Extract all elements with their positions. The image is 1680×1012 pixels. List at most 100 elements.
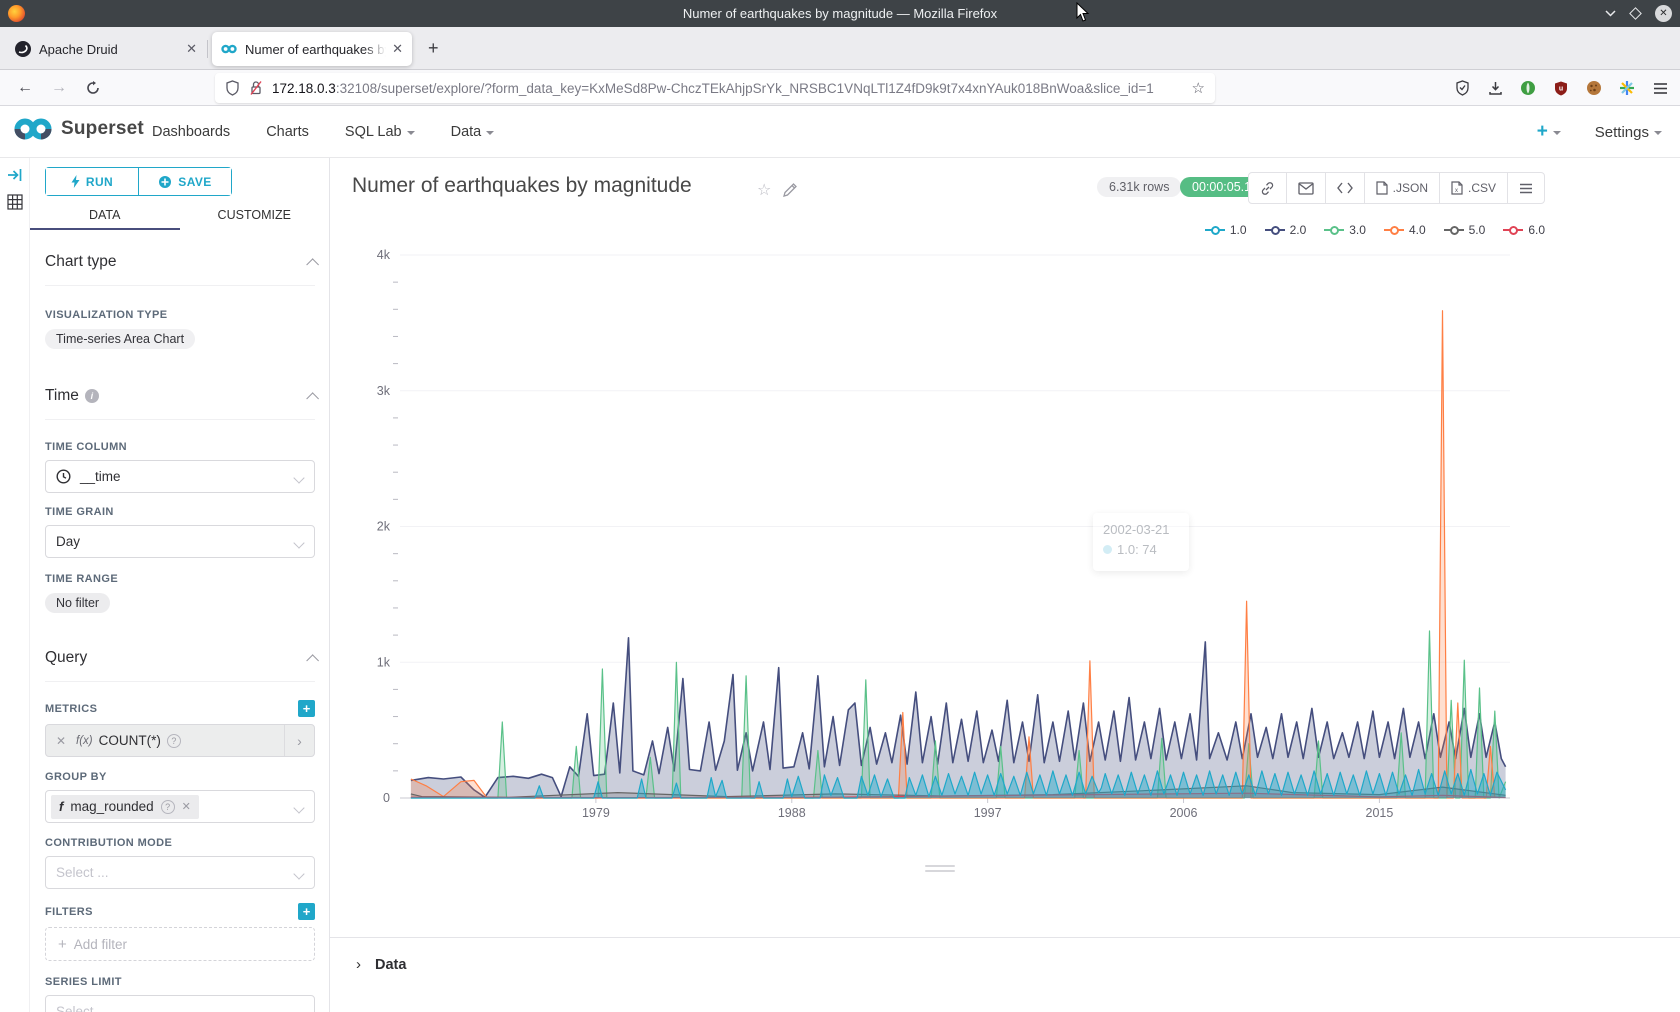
run-button[interactable]: RUN [46, 168, 139, 195]
section-chart-type[interactable]: Chart type [45, 253, 315, 271]
svg-text:1997: 1997 [974, 806, 1002, 820]
reload-button[interactable] [80, 75, 106, 101]
close-button[interactable]: ✕ [1655, 5, 1672, 22]
save-button[interactable]: SAVE [139, 168, 231, 195]
superset-navbar: Superset Dashboards Charts SQL Lab Data + S… [0, 106, 1680, 158]
tab-data[interactable]: DATA [30, 204, 180, 230]
expand-metric-icon[interactable]: › [284, 725, 314, 756]
resize-drag-handle[interactable] [925, 865, 955, 875]
section-query[interactable]: Query [45, 649, 315, 667]
more-options-button[interactable] [1508, 173, 1544, 203]
group-by-chip[interactable]: f mag_rounded ? ✕ [51, 795, 199, 819]
firefox-logo-icon [8, 5, 25, 22]
metric-item[interactable]: ✕ f(x) COUNT(*) ? › [45, 724, 315, 757]
settings-menu[interactable]: Settings [1595, 124, 1662, 141]
maximize-button[interactable] [1631, 9, 1640, 18]
copy-link-button[interactable] [1249, 173, 1287, 203]
legend-item-6.0[interactable]: 6.0 [1503, 223, 1545, 237]
forward-button[interactable]: → [46, 75, 72, 101]
time-range-pill[interactable]: No filter [45, 593, 110, 613]
svg-text:u: u [1559, 85, 1563, 92]
lock-insecure-icon[interactable] [249, 80, 263, 96]
section-time[interactable]: Timei [45, 387, 315, 405]
download-csv-button[interactable]: x .CSV [1440, 173, 1508, 203]
superset-logo[interactable]: Superset [12, 116, 144, 142]
downloads-icon[interactable] [1485, 78, 1505, 98]
tab-superset-chart[interactable]: Numer of earthquakes by ✕ [212, 32, 412, 66]
series-limit-select[interactable]: Select ... [45, 995, 315, 1012]
dataset-grid-icon[interactable] [7, 194, 23, 210]
favorite-star-icon[interactable]: ☆ [757, 180, 771, 200]
viz-type-label: VISUALIZATION TYPE [45, 309, 315, 321]
minimize-button[interactable] [1605, 10, 1616, 17]
info-icon: i [85, 389, 99, 403]
tab-close-icon[interactable]: ✕ [392, 41, 403, 57]
svg-text:2k: 2k [377, 520, 391, 534]
timeseries-area-chart[interactable]: 01k2k3k4k19791988199720062015 [340, 240, 1680, 870]
plus-icon: + [1537, 121, 1548, 143]
svg-text:x: x [1455, 188, 1458, 194]
browser-toolbar: ← → 172.18.0.3:32108/superset/explore/?f… [0, 70, 1680, 106]
chevron-down-icon [293, 472, 304, 483]
tab-close-icon[interactable]: ✕ [186, 41, 197, 57]
metric-value: COUNT(*) [99, 733, 161, 748]
plus-circle-icon [158, 175, 172, 189]
nav-item-charts[interactable]: Charts [266, 124, 309, 140]
bookmark-star-icon[interactable]: ☆ [1192, 79, 1205, 97]
nav-item-data[interactable]: Data [451, 124, 495, 140]
shield-permissions-icon[interactable] [225, 80, 240, 96]
tab-separator [207, 40, 208, 58]
email-button[interactable] [1287, 173, 1326, 203]
help-icon: ? [167, 734, 181, 748]
time-range-label: TIME RANGE [45, 573, 315, 585]
add-metric-button[interactable]: + [298, 700, 315, 717]
ublock-shield-icon[interactable]: u [1551, 78, 1571, 98]
chevron-down-icon [293, 802, 304, 813]
svg-text:4k: 4k [377, 248, 391, 262]
plus-icon: + [58, 936, 67, 953]
chevron-up-icon [306, 392, 319, 405]
time-column-select[interactable]: __time [45, 460, 315, 493]
add-filter-button[interactable]: + [298, 903, 315, 920]
download-json-button[interactable]: .JSON [1365, 173, 1440, 203]
legend-item-2.0[interactable]: 2.0 [1265, 223, 1307, 237]
extension-green-icon[interactable] [1518, 78, 1538, 98]
new-item-button[interactable]: + [1537, 121, 1561, 143]
legend-item-1.0[interactable]: 1.0 [1205, 223, 1247, 237]
data-collapse-row[interactable]: › Data [356, 956, 1680, 973]
contribution-mode-select[interactable]: Select ... [45, 856, 315, 889]
group-by-select[interactable]: f mag_rounded ? ✕ [45, 790, 315, 823]
collapse-panel-icon[interactable] [7, 168, 23, 182]
section-title: Query [45, 649, 87, 667]
chart-title: Numer of earthquakes by magnitude [352, 174, 692, 198]
legend-marker-icon [1265, 226, 1285, 235]
viz-type-pill[interactable]: Time-series Area Chart [45, 329, 195, 349]
chart-actions-group: .JSON x .CSV [1248, 172, 1545, 204]
protections-shield-icon[interactable] [1452, 78, 1472, 98]
back-button[interactable]: ← [12, 75, 38, 101]
legend-item-4.0[interactable]: 4.0 [1384, 223, 1426, 237]
time-column-label: TIME COLUMN [45, 441, 315, 453]
svg-text:2006: 2006 [1170, 806, 1198, 820]
multicolor-extension-icon[interactable] [1617, 78, 1637, 98]
nav-item-dashboards[interactable]: Dashboards [152, 124, 230, 140]
legend-marker-icon [1444, 226, 1464, 235]
remove-chip-icon[interactable]: ✕ [182, 800, 191, 813]
remove-metric-icon[interactable]: ✕ [46, 725, 76, 756]
legend-item-5.0[interactable]: 5.0 [1444, 223, 1486, 237]
add-filter-dropzone[interactable]: + Add filter [45, 927, 315, 961]
menu-hamburger-icon[interactable] [1650, 78, 1670, 98]
nav-item-sql-lab[interactable]: SQL Lab [345, 124, 415, 140]
brand-name: Superset [61, 118, 144, 140]
fx-icon: f(x) [76, 735, 93, 747]
new-tab-button[interactable]: + [428, 37, 439, 59]
url-bar[interactable]: 172.18.0.3:32108/superset/explore/?form_… [215, 73, 1215, 103]
tab-customize[interactable]: CUSTOMIZE [180, 204, 330, 230]
time-grain-select[interactable]: Day [45, 525, 315, 558]
cookie-extension-icon[interactable] [1584, 78, 1604, 98]
legend-item-3.0[interactable]: 3.0 [1324, 223, 1366, 237]
json-label: .JSON [1393, 181, 1428, 195]
edit-pencil-icon[interactable] [783, 182, 798, 197]
embed-code-button[interactable] [1326, 173, 1365, 203]
tab-apache-druid[interactable]: Apache Druid ✕ [6, 32, 206, 66]
